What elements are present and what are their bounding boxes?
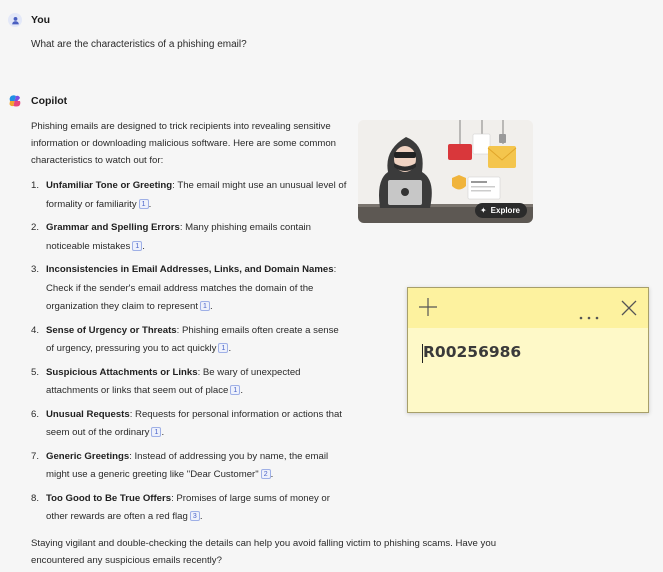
more-icon[interactable] [579, 307, 599, 325]
citation-badge[interactable]: 2 [260, 469, 271, 479]
sticky-note-window[interactable]: R00256986 [407, 287, 649, 413]
phishing-illustration-card[interactable]: ✦ Explore [358, 120, 533, 223]
list-item: 2. Grammar and Spelling Errors: Many phis… [31, 222, 312, 252]
list-item: 4. Sense of Urgency or Threats: Phishing … [31, 324, 339, 355]
copilot-name: Copilot [31, 95, 68, 107]
user-author-row: You [8, 13, 50, 27]
citation-badge[interactable]: 1 [230, 385, 241, 395]
copilot-logo-icon [8, 94, 22, 108]
response-intro: Phishing emails are designed to trick re… [31, 121, 337, 166]
citation-badge[interactable]: 1 [199, 301, 210, 311]
list-item: 8. Too Good to Be True Offers: Promises o… [31, 492, 330, 523]
close-icon[interactable] [621, 300, 637, 321]
citation-badge[interactable]: 1 [138, 198, 149, 209]
explore-button[interactable]: ✦ Explore [474, 203, 527, 218]
citation-badge[interactable]: 3 [189, 511, 200, 521]
plus-icon[interactable] [418, 297, 438, 322]
citation-badge[interactable]: 1 [132, 240, 143, 251]
response-outro: Staying vigilant and double-checking the… [31, 538, 497, 566]
user-name: You [31, 14, 51, 26]
citation-badge[interactable]: 1 [218, 343, 229, 353]
citation-badge[interactable]: 1 [151, 427, 162, 437]
list-item: 5. Suspicious Attachments or Links: Be wa… [31, 366, 301, 397]
sticky-note-text[interactable]: R00256986 [423, 343, 521, 361]
list-item: 3. Inconsistencies in Email Addresses, Li… [31, 264, 337, 312]
copilot-author-row: Copilot [8, 94, 67, 108]
user-message: What are the characteristics of a phishi… [31, 39, 247, 50]
user-avatar-icon [8, 13, 22, 27]
list-item: 1. Unfamiliar Tone or Greeting: The email… [31, 180, 347, 210]
characteristics-list: 1. Unfamiliar Tone or Greeting: The email… [31, 177, 349, 532]
sticky-note-titlebar[interactable] [408, 288, 648, 328]
magic-wand-icon: ✦ [479, 206, 487, 215]
list-item: 7. Generic Greetings: Instead of addressi… [31, 450, 329, 481]
list-item: 6. Unusual Requests: Requests for persona… [31, 408, 342, 439]
